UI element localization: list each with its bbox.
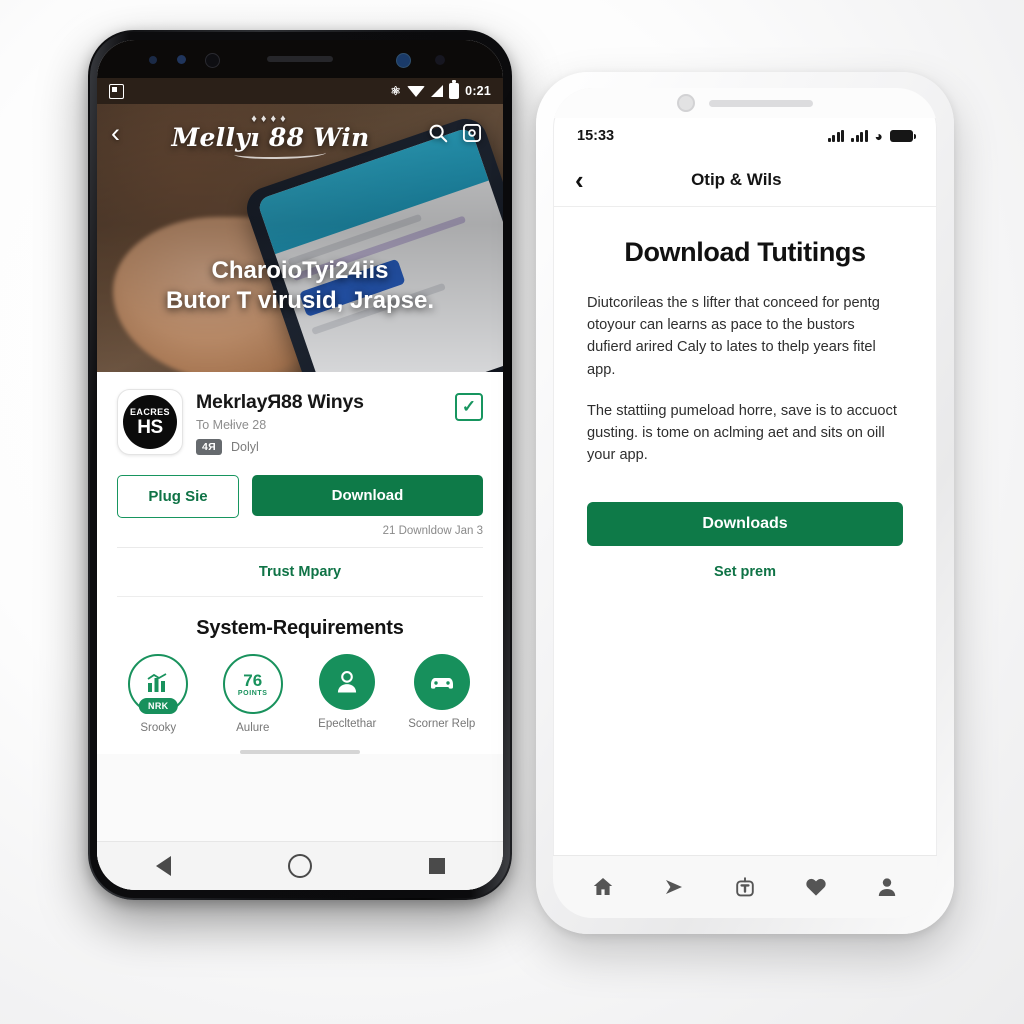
wifi-icon: ◕ bbox=[874, 128, 883, 144]
requirement-item[interactable]: Scorner Relp bbox=[402, 654, 482, 734]
hero-headline: CharoioTyi24iis Butor T virusid, Jrapse. bbox=[97, 256, 503, 316]
download-button[interactable]: Download bbox=[252, 475, 483, 516]
action-button-row: Plug Sie Download bbox=[97, 461, 503, 518]
iris-sensor-icon bbox=[396, 53, 411, 68]
left-phone-top-bezel bbox=[97, 40, 503, 78]
android-navigation-bar bbox=[97, 841, 503, 890]
back-button[interactable]: ‹ bbox=[111, 119, 120, 147]
app-icon: EACRES HS bbox=[117, 389, 183, 455]
chart-bars-icon: NRK bbox=[128, 654, 189, 714]
app-info-row: EACRES HS MekrlayЯ88 Winys To Mełive 28 … bbox=[97, 372, 503, 461]
battery-icon bbox=[890, 130, 916, 142]
app-detail-body: EACRES HS MekrlayЯ88 Winys To Mełive 28 … bbox=[97, 372, 503, 890]
send-icon[interactable] bbox=[654, 867, 694, 907]
download-count-note: 21 Downldow Jan 3 bbox=[382, 525, 483, 537]
status-right-icons: ⚛ 0:21 bbox=[390, 80, 491, 99]
sensor-dot-1-icon bbox=[149, 56, 157, 64]
status-clock: 0:21 bbox=[465, 84, 491, 98]
car-icon bbox=[413, 654, 470, 710]
wifi-icon bbox=[407, 85, 426, 97]
app-title: MekrlayЯ88 Winys bbox=[196, 391, 364, 413]
scene-root: ⚛ 0:21 ‹ ♦♦♦♦ Mellyı 88 Win CharoioTyi24… bbox=[0, 0, 1024, 1024]
right-phone-screen: 15:33 ◕ ‹ Otip & Wils Download Tutitings… bbox=[553, 88, 937, 918]
set-prem-link[interactable]: Set prem bbox=[587, 564, 903, 580]
person-support-icon bbox=[319, 654, 376, 710]
left-phone-device: ⚛ 0:21 ‹ ♦♦♦♦ Mellyı 88 Win CharoioTyi24… bbox=[88, 30, 512, 900]
app-info-card: EACRES HS MekrlayЯ88 Winys To Mełive 28 … bbox=[97, 372, 503, 754]
signal-icon bbox=[431, 85, 444, 97]
requirement-badge: NRK bbox=[139, 698, 178, 714]
page-content: Download Tutitings Diutcorileas the s li… bbox=[553, 207, 937, 580]
right-phone-top-bezel bbox=[553, 88, 937, 118]
app-icon-text-top: EACRES bbox=[130, 406, 170, 417]
hero-banner: ‹ ♦♦♦♦ Mellyı 88 Win CharoioTyi24iis But… bbox=[97, 104, 503, 372]
requirement-caption: Epecltethar bbox=[318, 718, 377, 730]
sd-card-icon bbox=[109, 83, 124, 99]
search-icon[interactable] bbox=[421, 116, 455, 150]
rating-badge-label: Dolyl bbox=[231, 440, 259, 454]
hero-headline-line-2: Butor T virusid, Jrapse. bbox=[165, 287, 435, 315]
content-heading: Download Tutitings bbox=[624, 237, 866, 267]
bag-icon[interactable] bbox=[725, 867, 765, 907]
requirement-caption: Srooky bbox=[140, 722, 177, 734]
content-paragraph-1: Diutcorileas the s lifter that conceed f… bbox=[587, 295, 880, 378]
app-icon-text-bottom: HS bbox=[137, 416, 163, 438]
signal-bars-icon bbox=[827, 130, 845, 142]
proximity-sensor-icon bbox=[435, 55, 445, 65]
back-button[interactable]: ‹ bbox=[575, 167, 584, 193]
nav-back-triangle-icon[interactable] bbox=[155, 856, 171, 876]
verified-checkbox[interactable]: ✓ bbox=[455, 393, 483, 421]
hero-headline-line-1: CharoioTyi24iis bbox=[211, 257, 389, 284]
earpiece-speaker-icon bbox=[267, 56, 333, 62]
app-bar: ‹ Otip & Wils bbox=[553, 154, 937, 207]
brand-swoosh-icon bbox=[233, 148, 326, 159]
rating-badge: 4Я bbox=[196, 439, 222, 455]
trust-company-link[interactable]: Trust Mpary bbox=[97, 548, 503, 596]
nav-home-circle-icon[interactable] bbox=[287, 854, 312, 878]
score-number-icon: 76 POINTS bbox=[222, 654, 283, 714]
battery-icon bbox=[449, 80, 460, 99]
requirement-caption: Aulure bbox=[236, 722, 270, 734]
heart-icon[interactable] bbox=[796, 867, 836, 907]
signal-bars-secondary-icon bbox=[851, 130, 868, 142]
system-requirements-grid: NRK Srooky 76 POINTS Aulure Epecltethar … bbox=[97, 646, 503, 734]
app-subtitle: To Mełive 28 bbox=[196, 418, 267, 432]
status-clock: 15:33 bbox=[577, 128, 615, 144]
requirement-item[interactable]: 76 POINTS Aulure bbox=[213, 654, 293, 734]
scroll-indicator[interactable] bbox=[240, 750, 360, 754]
screenshot-icon[interactable] bbox=[455, 116, 489, 150]
app-icon-disc: EACRES HS bbox=[123, 395, 177, 449]
left-phone-screen: ⚛ 0:21 ‹ ♦♦♦♦ Mellyı 88 Win CharoioTyi24… bbox=[97, 40, 503, 890]
profile-icon[interactable] bbox=[867, 867, 907, 907]
plug-size-button[interactable]: Plug Sie bbox=[117, 475, 239, 518]
front-camera-icon bbox=[205, 53, 220, 68]
brand-crown-icon: ♦♦♦♦ bbox=[251, 113, 290, 125]
android-status-bar: ⚛ 0:21 bbox=[97, 78, 503, 104]
earpiece-speaker-icon bbox=[709, 99, 813, 107]
score-sub-label: POINTS bbox=[237, 690, 268, 697]
requirement-item[interactable]: Epecltethar bbox=[307, 654, 387, 734]
front-camera-icon bbox=[677, 94, 695, 112]
system-requirements-title: System-Requirements bbox=[196, 617, 404, 639]
score-value: 76 POINTS bbox=[237, 671, 268, 697]
app-bar: ‹ ♦♦♦♦ Mellyı 88 Win bbox=[97, 104, 503, 162]
app-badge-row: 4Я Dolyl bbox=[196, 439, 442, 455]
requirement-caption: Scorner Relp bbox=[408, 718, 476, 730]
home-icon[interactable] bbox=[583, 867, 623, 907]
right-phone-device: 15:33 ◕ ‹ Otip & Wils Download Tutitings… bbox=[536, 72, 954, 934]
app-meta: MekrlayЯ88 Winys To Mełive 28 4Я Dolyl bbox=[196, 389, 442, 455]
nav-recents-square-icon[interactable] bbox=[428, 858, 445, 874]
status-right-icons: ◕ bbox=[827, 128, 916, 144]
status-left-icons bbox=[109, 83, 124, 99]
downloads-button[interactable]: Downloads bbox=[587, 502, 903, 547]
brand-logo: ♦♦♦♦ Mellyı 88 Win bbox=[120, 113, 421, 159]
bottom-tab-bar bbox=[553, 855, 937, 918]
ios-status-bar: 15:33 ◕ bbox=[553, 118, 937, 154]
page-title: Otip & Wils bbox=[691, 170, 782, 189]
bluetooth-icon: ⚛ bbox=[390, 84, 402, 98]
sensor-dot-2-icon bbox=[177, 55, 186, 64]
content-paragraph-2: The stattiing pumeload horre, save is to… bbox=[587, 402, 897, 464]
requirement-item[interactable]: NRK Srooky bbox=[118, 654, 198, 734]
